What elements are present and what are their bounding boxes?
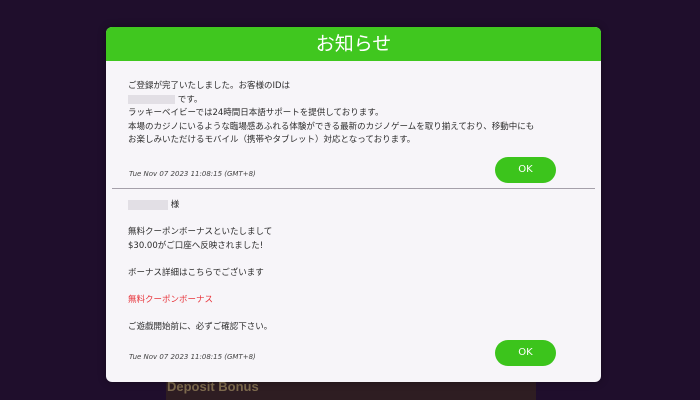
honorific: 様 [170,200,180,210]
message-line: $30.00がご口座へ反映されました! [128,240,264,251]
message-line-recipient: 様 [128,199,179,213]
message-divider [112,188,595,189]
message-timestamp: Tue Nov 07 2023 11:08:15 (GMT+8) [129,353,256,361]
message-registration: ご登録が完了いたしました。お客様のIDは です。 ラッキーベイビーでは24時間日… [128,80,588,160]
message-line: ラッキーベイビーでは24時間日本語サポートを提供しております。 [128,108,384,118]
notice-modal: お知らせ ご登録が完了いたしました。お客様のIDは です。 ラッキーベイビーでは… [106,27,601,382]
message-line: ご遊戯開始前に、必ずご確認下さい。 [128,321,273,332]
masked-username [128,199,168,210]
message-line: ボーナス詳細はこちらでございます [128,267,264,278]
modal-header: お知らせ [106,27,601,61]
message-line: 無料クーポンボーナスといたしまして [128,227,273,237]
message-line: お楽しみいただけるモバイル（携帯やタブレット）対応となっております。 [128,135,416,145]
message-line: 本場のカジノにいるような臨場感あふれる体験ができる最新のカジノゲームを取り揃えて… [128,121,535,132]
message-timestamp: Tue Nov 07 2023 11:08:15 (GMT+8) [129,170,256,178]
message-line-id: です。 [128,94,202,108]
ok-button[interactable]: OK [495,340,556,366]
message-line: です。 [177,94,203,105]
masked-user-id [128,94,175,104]
modal-title: お知らせ [315,33,392,55]
message-bonus: 様 無料クーポンボーナスといたしまして $30.00がご口座へ反映されました! … [128,199,588,339]
ok-button[interactable]: OK [495,157,556,183]
bonus-link[interactable]: 無料クーポンボーナス [128,294,213,308]
message-line: ご登録が完了いたしました。お客様のIDは [128,81,291,91]
